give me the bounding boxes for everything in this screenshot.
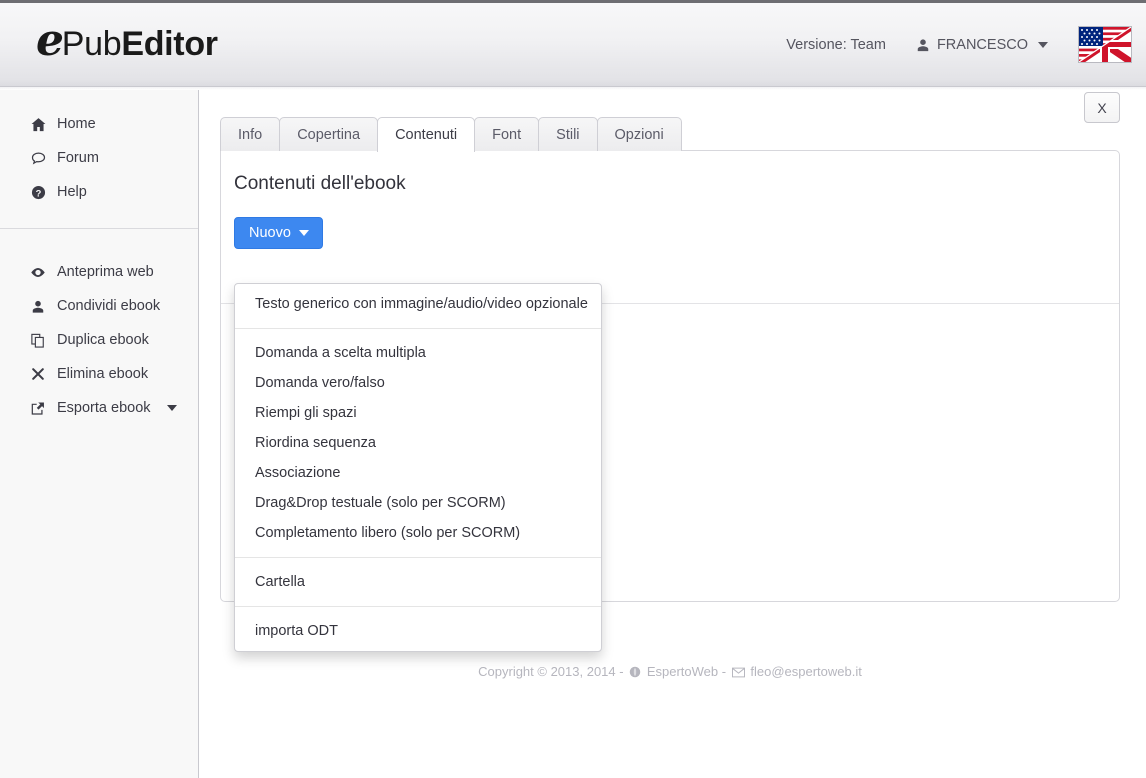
tab-copertina[interactable]: Copertina: [279, 117, 379, 151]
tab-info[interactable]: Info: [220, 117, 281, 151]
sidebar-item-elimina-ebook[interactable]: Elimina ebook: [0, 357, 198, 391]
eye-icon: [30, 265, 46, 280]
sidebar-item-label: Elimina ebook: [57, 366, 149, 382]
footer: Copyright © 2013, 2014 - EspertoWeb - fl…: [220, 664, 1120, 679]
logo-pub-text: Pub: [61, 25, 122, 63]
menu-item-riordina-sequenza[interactable]: Riordina sequenza: [235, 428, 601, 458]
menu-separator: [235, 606, 601, 607]
app-logo[interactable]: e Pub Editor: [36, 15, 218, 66]
chevron-down-icon: [166, 405, 177, 411]
footer-email[interactable]: fleo@espertoweb.it: [750, 664, 861, 679]
logo-editor-text: Editor: [121, 25, 218, 63]
sidebar-item-forum[interactable]: Forum: [0, 141, 198, 175]
new-content-button[interactable]: Nuovo: [234, 217, 323, 249]
sidebar-item-label: Esporta ebook: [57, 400, 151, 416]
tab-stili[interactable]: Stili: [538, 117, 598, 151]
chevron-down-icon: [1038, 41, 1048, 48]
sidebar-item-esporta-ebook[interactable]: Esporta ebook: [0, 391, 198, 425]
version-label: Versione: Team: [786, 36, 886, 53]
tab-opzioni[interactable]: Opzioni: [596, 117, 682, 151]
sidebar-item-label: Forum: [57, 150, 99, 166]
svg-text:?: ?: [35, 188, 41, 198]
user-name-label: FRANCESCO: [936, 36, 1028, 53]
menu-item-drag-drop-testuale[interactable]: Drag&Drop testuale (solo per SCORM): [235, 488, 601, 518]
sidebar-item-label: Help: [57, 184, 87, 200]
us-uk-flag-icon[interactable]: [1078, 26, 1132, 63]
sidebar-divider: [0, 228, 198, 229]
tab-font[interactable]: Font: [474, 117, 540, 151]
sidebar-item-condividi-ebook[interactable]: Condividi ebook: [0, 289, 198, 323]
chevron-down-icon: [298, 230, 309, 236]
comment-icon: [30, 151, 46, 166]
footer-separator: -: [721, 664, 727, 679]
sidebar-item-label: Anteprima web: [57, 264, 154, 280]
copy-icon: [30, 333, 46, 348]
tab-contenuti[interactable]: Contenuti: [377, 117, 476, 152]
app-header: e Pub Editor Versione: Team FRANCESCO: [0, 0, 1146, 90]
menu-item-riempi-gli-spazi[interactable]: Riempi gli spazi: [235, 398, 601, 428]
sidebar-item-label: Duplica ebook: [57, 332, 149, 348]
home-icon: [30, 117, 46, 132]
new-content-button-label: Nuovo: [249, 225, 291, 241]
content-panel: Contenuti dell'ebook Nuovo Testo generic…: [220, 150, 1120, 652]
tab-bar: Info Copertina Contenuti Font Stili Opzi…: [220, 117, 1120, 152]
menu-item-domanda-scelta-multipla[interactable]: Domanda a scelta multipla: [235, 338, 601, 368]
sidebar-item-duplica-ebook[interactable]: Duplica ebook: [0, 323, 198, 357]
footer-copyright: Copyright © 2013, 2014 -: [478, 664, 624, 679]
question-circle-icon: ?: [30, 185, 46, 200]
main-content: Info Copertina Contenuti Font Stili Opzi…: [199, 87, 1146, 778]
external-link-icon: [30, 401, 46, 416]
user-icon: [916, 38, 930, 52]
menu-separator: [235, 328, 601, 329]
close-button[interactable]: X: [1084, 92, 1120, 123]
sidebar-item-home[interactable]: Home: [0, 107, 198, 141]
menu-item-associazione[interactable]: Associazione: [235, 458, 601, 488]
page-body: Home Forum ? Help Anteprima web Condivid…: [0, 87, 1146, 778]
sidebar-item-label: Condividi ebook: [57, 298, 161, 314]
sidebar-item-help[interactable]: ? Help: [0, 175, 198, 209]
new-content-dropdown-menu: Testo generico con immagine/audio/video …: [234, 283, 602, 652]
menu-item-importa-odt[interactable]: importa ODT: [235, 616, 601, 646]
sidebar: Home Forum ? Help Anteprima web Condivid…: [0, 87, 199, 778]
menu-item-cartella[interactable]: Cartella: [235, 567, 601, 597]
sidebar-item-label: Home: [57, 116, 96, 132]
page-title: Contenuti dell'ebook: [234, 173, 406, 194]
footer-site-name[interactable]: EspertoWeb: [647, 664, 718, 679]
logo-e-glyph: e: [36, 15, 64, 66]
sidebar-item-anteprima-web[interactable]: Anteprima web: [0, 255, 198, 289]
menu-item-testo-generico[interactable]: Testo generico con immagine/audio/video …: [235, 289, 601, 319]
menu-item-completamento-libero[interactable]: Completamento libero (solo per SCORM): [235, 518, 601, 548]
header-right-group: Versione: Team FRANCESCO: [786, 26, 1132, 63]
menu-separator: [235, 557, 601, 558]
user-icon: [30, 299, 46, 314]
menu-item-domanda-vero-falso[interactable]: Domanda vero/falso: [235, 368, 601, 398]
close-x-icon: [30, 367, 46, 381]
user-menu[interactable]: FRANCESCO: [916, 37, 1048, 53]
envelope-icon: [731, 667, 745, 678]
globe-icon: [629, 666, 641, 678]
